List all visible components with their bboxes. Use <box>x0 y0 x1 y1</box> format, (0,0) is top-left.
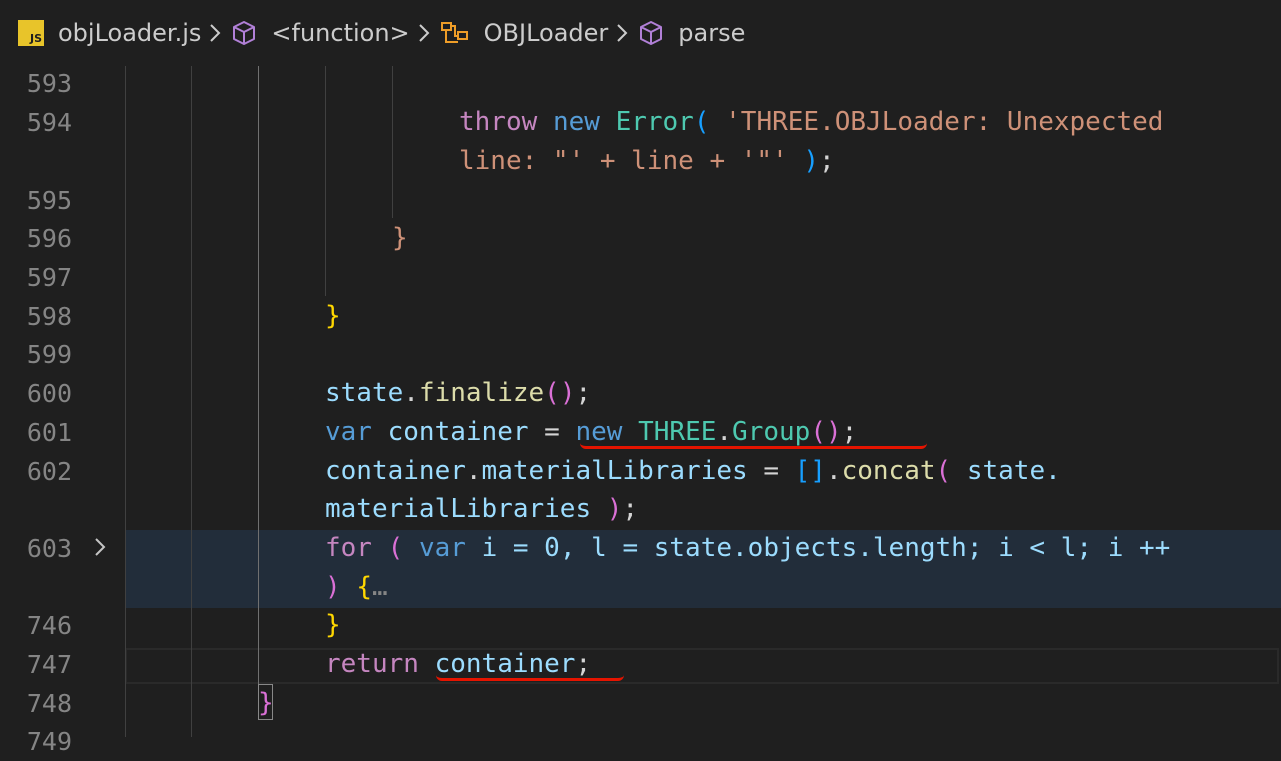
chevron-right-icon <box>418 23 430 43</box>
fold-expand-chevron-icon[interactable] <box>92 536 108 564</box>
method-cube-icon <box>638 20 664 46</box>
code-line[interactable]: 602 container.materialLibraries = [].con… <box>0 452 1281 491</box>
line-number: 599 <box>26 340 72 369</box>
code-text: for ( var i = 0, l = state.objects.lengt… <box>325 533 1171 563</box>
code-text: throw new Error( 'THREE.OBJLoader: Unexp… <box>459 107 1164 137</box>
code-line[interactable]: 598 } <box>0 297 1281 336</box>
code-line-wrap[interactable]: ) {… <box>0 568 1281 607</box>
line-number: 597 <box>26 263 72 292</box>
code-line-wrap[interactable]: materialLibraries ); <box>0 490 1281 529</box>
breadcrumb-method[interactable]: parse <box>638 19 745 47</box>
line-number: 749 <box>26 727 72 756</box>
line-number: 596 <box>26 224 72 253</box>
code-text: } <box>325 301 341 331</box>
code-line-wrap[interactable]: line: "' + line + '"' ); <box>0 142 1281 181</box>
code-text: ) {… <box>325 572 388 602</box>
line-number: 595 <box>26 186 72 215</box>
code-line[interactable]: 600 state.finalize(); <box>0 374 1281 413</box>
line-number: 600 <box>26 379 72 408</box>
line-number: 747 <box>26 650 72 679</box>
class-icon <box>440 20 470 46</box>
code-text: line: "' + line + '"' ); <box>459 146 835 176</box>
breadcrumb-file[interactable]: JS objLoader.js <box>18 19 201 47</box>
line-number: 602 <box>26 457 72 486</box>
code-line[interactable]: 748 } <box>0 684 1281 723</box>
code-text: } <box>325 610 341 640</box>
code-line[interactable]: 747 return container; <box>0 645 1281 684</box>
code-text: state.finalize(); <box>325 378 592 408</box>
breadcrumb-class[interactable]: OBJLoader <box>440 19 609 47</box>
error-squiggle[interactable] <box>580 442 927 449</box>
line-number: 598 <box>26 302 72 331</box>
code-line-folded[interactable]: 603 for ( var i = 0, l = state.objects.l… <box>0 529 1281 568</box>
line-number: 746 <box>26 611 72 640</box>
breadcrumb-class-label: OBJLoader <box>483 19 609 47</box>
code-text: materialLibraries ); <box>325 494 639 524</box>
bracket-match-highlight <box>258 684 273 720</box>
breadcrumb-method-label: parse <box>678 19 746 47</box>
breadcrumb-function-label: <function> <box>271 19 410 47</box>
chevron-right-icon <box>616 23 628 43</box>
code-editor[interactable]: 593 594 throw new Error( 'THREE.OBJLoade… <box>0 64 1281 756</box>
code-text: } <box>392 223 408 253</box>
code-line[interactable]: 594 throw new Error( 'THREE.OBJLoader: U… <box>0 103 1281 142</box>
code-line[interactable]: 596 } <box>0 219 1281 258</box>
breadcrumb: JS objLoader.js <function> OBJLoader par… <box>0 0 1281 66</box>
line-number: 748 <box>26 689 72 718</box>
line-number: 603 <box>26 534 72 563</box>
error-squiggle[interactable] <box>436 674 624 681</box>
breadcrumb-file-label: objLoader.js <box>58 19 202 47</box>
code-line[interactable]: 749 <box>0 722 1281 761</box>
javascript-file-icon: JS <box>18 20 44 46</box>
code-line[interactable]: 599 <box>0 335 1281 374</box>
code-line[interactable]: 595 <box>0 181 1281 220</box>
code-text: container.materialLibraries = [].concat(… <box>325 456 1061 486</box>
fold-ellipsis[interactable]: … <box>372 572 388 602</box>
breadcrumb-function[interactable]: <function> <box>231 19 410 47</box>
line-number: 601 <box>26 418 72 447</box>
code-line[interactable]: 746 } <box>0 606 1281 645</box>
code-line[interactable]: 593 <box>0 64 1281 103</box>
method-cube-icon <box>231 20 257 46</box>
chevron-right-icon <box>209 23 221 43</box>
line-number: 593 <box>26 69 72 98</box>
code-line[interactable]: 597 <box>0 258 1281 297</box>
line-number: 594 <box>26 108 72 137</box>
